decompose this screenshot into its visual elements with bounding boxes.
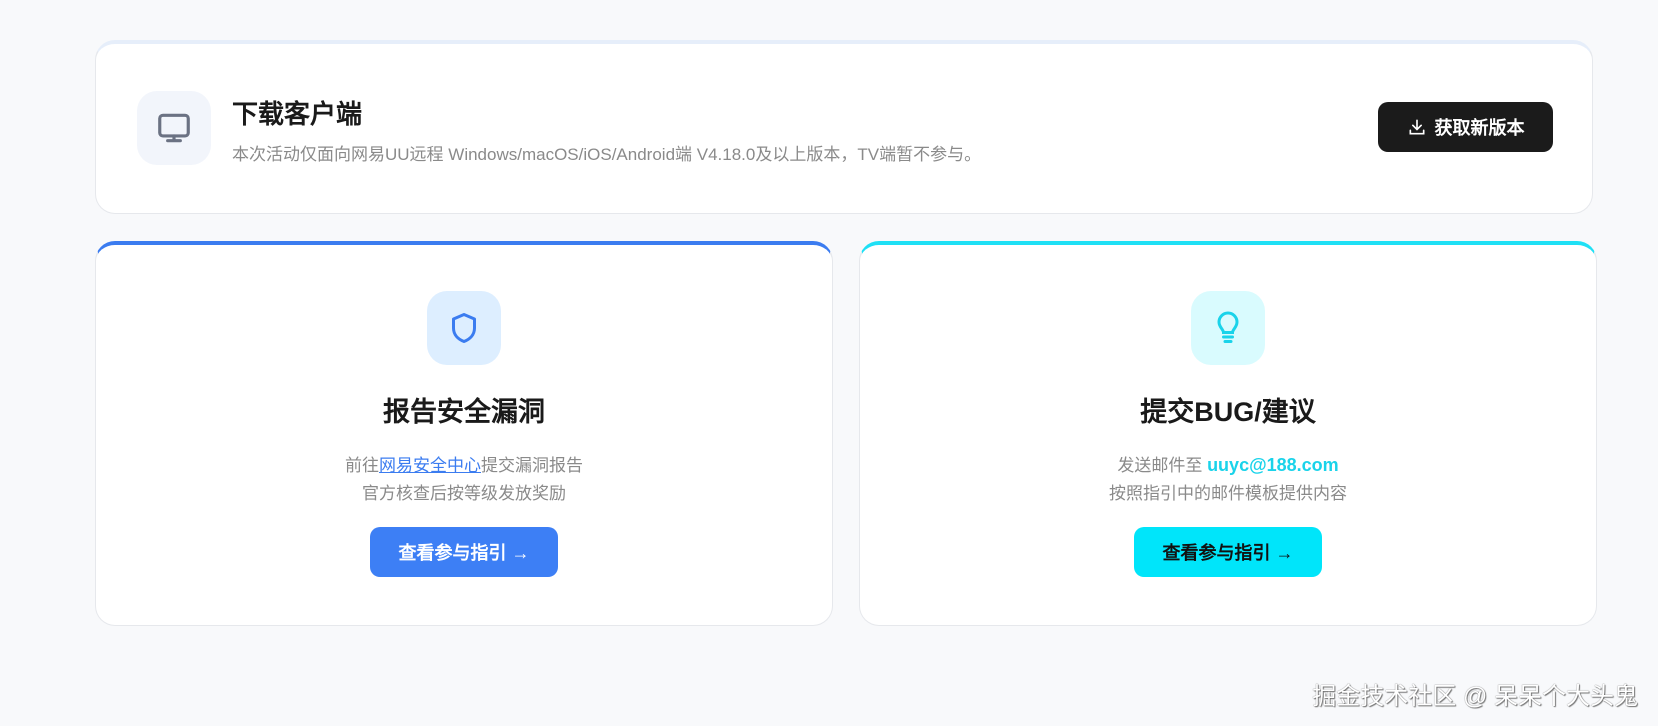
download-client-card: 下载客户端 本次活动仅面向网易UU远程 Windows/macOS/iOS/An… — [95, 40, 1593, 214]
monitor-icon — [137, 91, 211, 165]
security-line-2: 官方核查后按等级发放奖励 — [362, 484, 566, 503]
security-title: 报告安全漏洞 — [383, 397, 545, 427]
bug-guide-button[interactable]: 查看参与指引 → — [1134, 527, 1322, 577]
shield-icon — [427, 291, 501, 365]
security-line-1: 前往网易安全中心提交漏洞报告 — [96, 451, 832, 476]
get-new-version-button[interactable]: 获取新版本 — [1378, 102, 1553, 152]
report-vulnerability-card: 报告安全漏洞 前往网易安全中心提交漏洞报告 官方核查后按等级发放奖励 查看参与指… — [95, 241, 833, 626]
download-description: 本次活动仅面向网易UU远程 Windows/macOS/iOS/Android端… — [232, 145, 982, 164]
security-pre-text: 前往 — [345, 456, 379, 475]
lightbulb-icon — [1191, 291, 1265, 365]
submit-bug-card: 提交BUG/建议 发送邮件至 uuyc@188.com 按照指引中的邮件模板提供… — [859, 241, 1597, 626]
get-new-version-label: 获取新版本 — [1434, 118, 1525, 138]
security-guide-button[interactable]: 查看参与指引 → — [370, 527, 558, 577]
bug-pre-text: 发送邮件至 — [1117, 456, 1208, 475]
bug-title: 提交BUG/建议 — [1140, 397, 1316, 427]
netease-security-center-link[interactable]: 网易安全中心 — [379, 456, 481, 475]
download-icon — [1409, 119, 1424, 135]
download-title: 下载客户端 — [232, 99, 363, 129]
bug-line-2: 按照指引中的邮件模板提供内容 — [1109, 484, 1347, 503]
bug-line-1: 发送邮件至 uuyc@188.com — [860, 451, 1596, 476]
security-post-text: 提交漏洞报告 — [481, 456, 583, 475]
email-link[interactable]: uuyc@188.com — [1207, 455, 1339, 475]
watermark: 掘金技术社区 @ 呆呆个大头鬼 — [1312, 683, 1638, 710]
